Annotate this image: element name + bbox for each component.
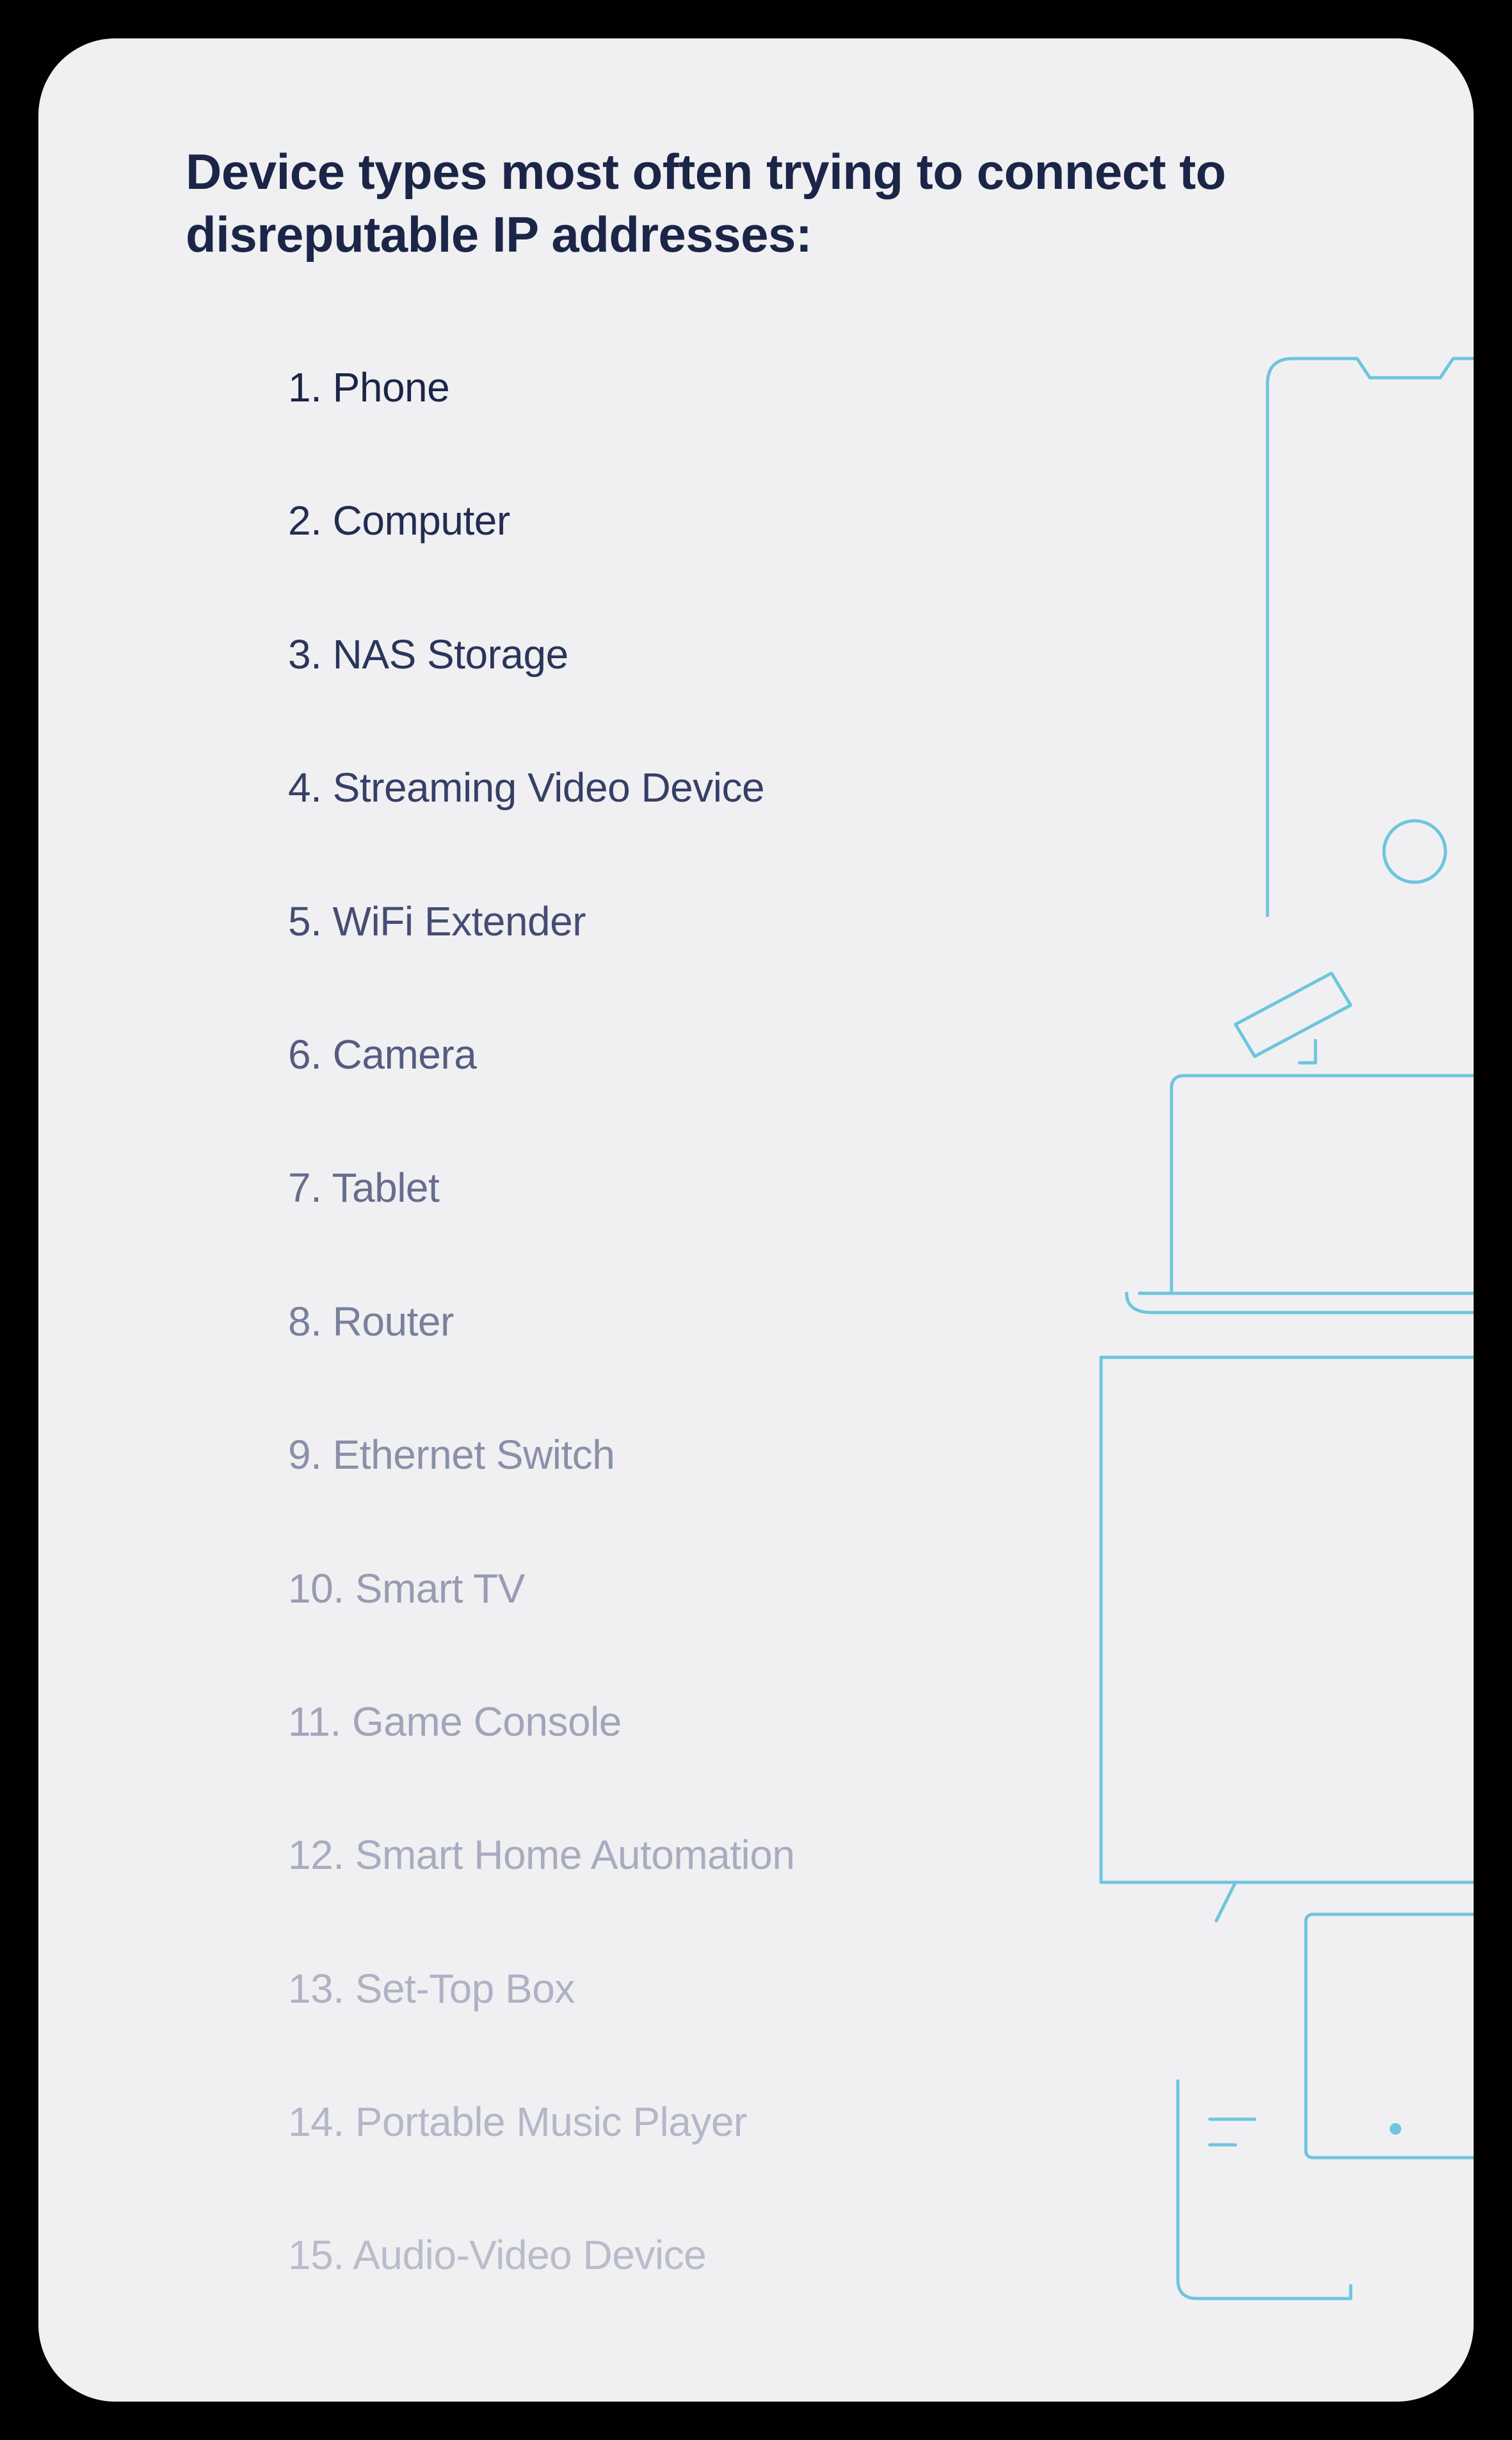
list-item: 11. Game Console xyxy=(288,1699,794,1744)
list-item: 2. Computer xyxy=(288,498,794,543)
list-item: 12. Smart Home Automation xyxy=(288,1832,794,1877)
list-item: 7. Tablet xyxy=(288,1165,794,1210)
list-item: 1. Phone xyxy=(288,365,794,410)
list-item: 8. Router xyxy=(288,1299,794,1344)
list-item: 6. Camera xyxy=(288,1032,794,1077)
list-item: 5. WiFi Extender xyxy=(288,899,794,944)
list-item: 10. Smart TV xyxy=(288,1566,794,1611)
list-item: 9. Ethernet Switch xyxy=(288,1432,794,1477)
list-item: 15. Audio-Video Device xyxy=(288,2233,794,2277)
device-type-list: 1. Phone 2. Computer 3. NAS Storage 4. S… xyxy=(288,365,794,2366)
card-title: Device types most often trying to connec… xyxy=(186,141,1274,266)
list-item: 14. Portable Music Player xyxy=(288,2099,794,2144)
list-item: 3. NAS Storage xyxy=(288,632,794,677)
list-item: 13. Set-Top Box xyxy=(288,1966,794,2011)
list-item: 4. Streaming Video Device xyxy=(288,765,794,810)
info-card: Device types most often trying to connec… xyxy=(38,38,1474,2402)
